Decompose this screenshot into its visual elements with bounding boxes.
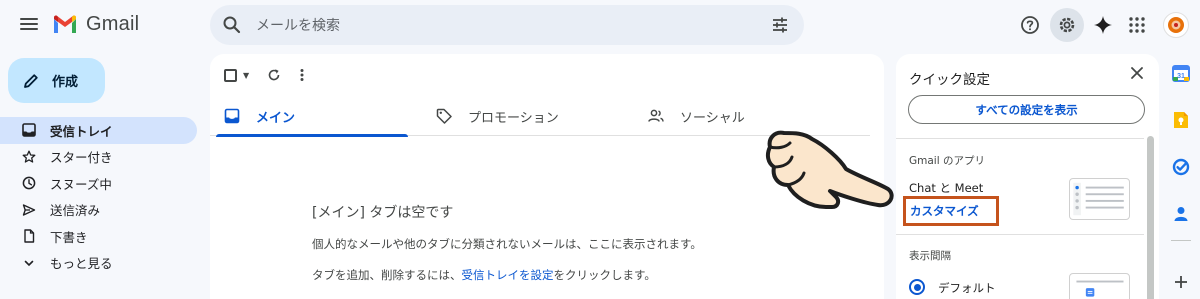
instruction-suffix: をクリックします。: [553, 268, 656, 282]
chat-layout-thumbnail: [1069, 178, 1130, 220]
density-thumbnail: [1069, 273, 1130, 299]
app-name: Gmail: [86, 13, 140, 35]
tab-primary[interactable]: メイン: [210, 96, 422, 137]
empty-description: 個人的なメールや他のタブに分類されないメールは、ここに表示されます。: [312, 237, 702, 251]
calendar-button[interactable]: 31: [1171, 63, 1191, 83]
apps-grid-icon: [1129, 17, 1145, 33]
google-apps-button[interactable]: [1120, 8, 1154, 42]
sidebar-item-snoozed[interactable]: スヌーズ中: [0, 170, 197, 197]
main-menu-button[interactable]: [20, 16, 38, 32]
density-default-radio[interactable]: [909, 279, 925, 295]
compose-button[interactable]: 作成: [8, 58, 105, 103]
divider: [1171, 240, 1191, 241]
divider: [896, 138, 1144, 139]
svg-text:31: 31: [1177, 73, 1185, 80]
density-default-label: デフォルト: [938, 281, 996, 295]
tasks-button[interactable]: [1171, 157, 1191, 177]
panel-scrollbar[interactable]: [1147, 136, 1154, 299]
star-icon: [22, 150, 36, 163]
mail-toolbar: ▼: [224, 64, 305, 86]
search-options-icon[interactable]: [770, 15, 790, 35]
avatar-image: [1168, 17, 1184, 33]
tab-label: プロモーション: [468, 110, 559, 126]
customize-label: カスタマイズ: [910, 204, 979, 218]
refresh-icon[interactable]: [267, 68, 281, 82]
clock-icon: [22, 176, 36, 190]
settings-button[interactable]: [1050, 8, 1084, 42]
sidebar-item-label: 送信済み: [50, 203, 101, 219]
empty-instruction: タブを追加、削除するには、受信トレイを設定をクリックします。: [312, 267, 702, 283]
plus-icon: [1175, 276, 1187, 288]
apps-section-heading: Gmail のアプリ: [909, 155, 985, 167]
sidebar-item-label: もっと見る: [50, 256, 113, 272]
account-avatar[interactable]: [1163, 12, 1189, 38]
chevron-down-icon: [24, 260, 34, 266]
tag-icon: [436, 108, 452, 124]
inbox-icon: [224, 108, 240, 124]
side-panel: 31: [1163, 54, 1200, 299]
add-addon-button[interactable]: [1171, 272, 1191, 292]
divider: [896, 234, 1144, 235]
sparkle-icon: [1094, 16, 1112, 34]
sidebar-item-sent[interactable]: 送信済み: [0, 197, 197, 224]
sidebar-nav: 受信トレイ スター付き スヌーズ中 送信済み 下書き もっと見る: [0, 117, 197, 276]
contacts-icon: [1174, 207, 1188, 221]
keep-icon: [1174, 112, 1188, 128]
sidebar-item-inbox[interactable]: 受信トレイ: [0, 117, 197, 144]
more-vert-icon[interactable]: [299, 68, 305, 82]
tasks-icon: [1172, 158, 1190, 176]
empty-state: [メイン] タブは空です 個人的なメールや他のタブに分類されないメールは、ここに…: [312, 202, 702, 298]
inbox-icon: [22, 123, 36, 138]
sidebar-item-drafts[interactable]: 下書き: [0, 223, 197, 250]
sidebar-item-label: スヌーズ中: [50, 176, 112, 192]
pencil-icon: [24, 73, 38, 88]
select-dropdown-icon[interactable]: ▼: [243, 71, 249, 80]
gmail-logo[interactable]: Gmail: [52, 13, 139, 36]
instruction-prefix: タブを追加、削除するには、: [312, 268, 462, 282]
chat-meet-label: Chat と Meet: [909, 181, 984, 195]
gear-icon: [1059, 17, 1075, 33]
compose-label: 作成: [52, 75, 79, 90]
help-button[interactable]: [1013, 8, 1047, 42]
select-all-checkbox[interactable]: [224, 68, 237, 82]
people-icon: [648, 109, 664, 122]
sidebar-item-label: 受信トレイ: [50, 123, 113, 139]
calendar-icon: 31: [1172, 65, 1190, 82]
see-all-settings-button[interactable]: すべての設定を表示: [908, 95, 1145, 124]
keep-button[interactable]: [1171, 110, 1191, 130]
inbox-settings-link[interactable]: 受信トレイを設定: [462, 268, 554, 282]
tab-label: ソーシャル: [680, 110, 745, 126]
customize-link[interactable]: カスタマイズ: [903, 196, 999, 226]
search-bar[interactable]: メールを検索: [210, 5, 804, 45]
gemini-button[interactable]: [1086, 8, 1120, 42]
density-section-heading: 表示間隔: [909, 250, 951, 262]
quick-settings-title: クイック設定: [909, 72, 990, 88]
search-input[interactable]: メールを検索: [256, 15, 770, 35]
tab-label: メイン: [256, 110, 296, 126]
empty-title: [メイン] タブは空です: [312, 205, 454, 221]
contacts-button[interactable]: [1171, 204, 1191, 224]
quick-settings-panel: クイック設定 すべての設定を表示 Gmail のアプリ Chat と Meet …: [896, 54, 1159, 299]
draft-icon: [24, 229, 35, 243]
tab-promotions[interactable]: プロモーション: [422, 96, 634, 136]
help-icon: [1021, 16, 1039, 34]
sidebar-item-label: スター付き: [50, 150, 113, 166]
gmail-m-icon: [54, 15, 76, 33]
send-icon: [22, 204, 36, 216]
sidebar-item-starred[interactable]: スター付き: [0, 144, 197, 171]
close-icon[interactable]: [1129, 65, 1145, 81]
search-icon[interactable]: [222, 15, 242, 35]
sidebar-item-label: 下書き: [50, 229, 88, 245]
pointing-hand-icon: [765, 130, 894, 209]
sidebar-item-more[interactable]: もっと見る: [0, 250, 197, 277]
